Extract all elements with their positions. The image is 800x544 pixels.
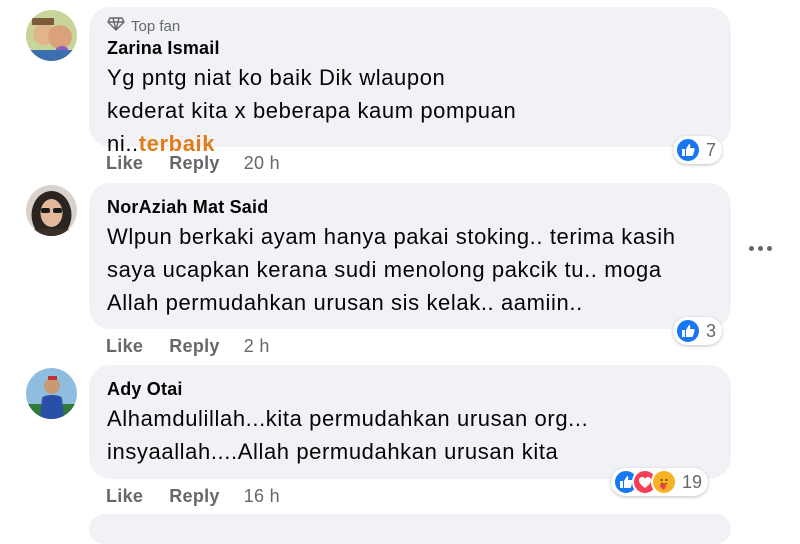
diamond-icon (107, 17, 125, 35)
like-button[interactable]: Like (106, 153, 143, 174)
reaction-summary[interactable]: 19 (611, 468, 709, 496)
comment-bubble: Ady Otai Alhamdulillah...kita permudahka… (89, 365, 731, 479)
more-options-icon[interactable] (749, 246, 772, 251)
top-fan-badge: Top fan (107, 17, 713, 35)
comment-author[interactable]: Zarina Ismail (107, 38, 713, 59)
reply-button[interactable]: Reply (169, 336, 220, 357)
like-icon (675, 137, 701, 163)
comment-text: Yg pntg niat ko baik Dik wlaupon kederat… (107, 65, 517, 156)
timestamp[interactable]: 16 h (244, 486, 280, 507)
timestamp[interactable]: 20 h (244, 153, 280, 174)
like-button[interactable]: Like (106, 486, 143, 507)
comment-actions: Like Reply 2 h (106, 336, 270, 357)
comment-author[interactable]: NorAziah Mat Said (107, 197, 713, 218)
comment-bubble: Top fan Zarina Ismail Yg pntg niat ko ba… (89, 7, 731, 156)
reaction-summary[interactable]: 7 (673, 136, 723, 164)
badge-label: Top fan (131, 17, 181, 35)
comment-text: Wlpun berkaki ayam hanya pakai stoking..… (107, 224, 676, 315)
comment-bubble (89, 514, 731, 544)
comment-actions: Like Reply 16 h (106, 486, 280, 507)
timestamp[interactable]: 2 h (244, 336, 270, 357)
avatar[interactable] (26, 368, 77, 419)
reply-button[interactable]: Reply (169, 486, 220, 507)
reply-button[interactable]: Reply (169, 153, 220, 174)
like-button[interactable]: Like (106, 336, 143, 357)
reaction-count: 7 (706, 139, 717, 160)
care-icon (651, 469, 677, 495)
comment-text: Alhamdulillah...kita permudahkan urusan … (107, 406, 589, 464)
reaction-count: 19 (682, 471, 703, 492)
comment-author[interactable]: Ady Otai (107, 379, 713, 400)
comment-bubble: NorAziah Mat Said Wlpun berkaki ayam han… (89, 183, 731, 329)
avatar[interactable] (26, 185, 77, 236)
reaction-summary[interactable]: 3 (673, 317, 723, 345)
like-icon (675, 318, 701, 344)
avatar[interactable] (26, 10, 77, 61)
comment-actions: Like Reply 20 h (106, 153, 280, 174)
reaction-count: 3 (706, 320, 717, 341)
